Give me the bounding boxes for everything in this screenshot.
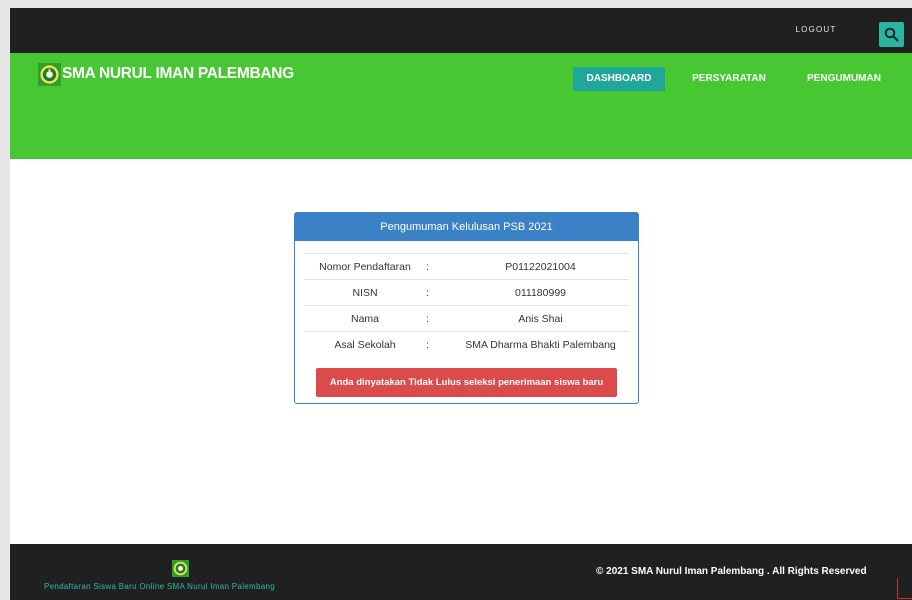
row-label: Nama	[304, 305, 426, 332]
nav-persyaratan[interactable]: PERSYARATAN	[679, 67, 779, 91]
panel-title: Pengumuman Kelulusan PSB 2021	[295, 213, 638, 241]
row-value: Anis Shai	[452, 305, 629, 332]
row-label: NISN	[304, 279, 426, 306]
table-row: Asal Sekolah : SMA Dharma Bhakti Palemba…	[304, 331, 629, 357]
copyright-text: © 2021 SMA Nurul Iman Palembang . All Ri…	[596, 566, 867, 577]
row-separator: :	[426, 305, 452, 332]
site-header: SMA NURUL IMAN PALEMBANG DASHBOARD PERSY…	[10, 53, 912, 159]
school-emblem-icon	[172, 560, 189, 577]
row-label: Nomor Pendaftaran	[304, 253, 426, 280]
row-separator: :	[426, 331, 452, 357]
window-frame-top	[0, 0, 912, 8]
row-value: P01122021004	[452, 253, 629, 280]
row-value: SMA Dharma Bhakti Palembang	[452, 331, 629, 357]
corner-decoration	[897, 578, 912, 599]
row-label: Asal Sekolah	[304, 331, 426, 357]
announcement-panel: Pengumuman Kelulusan PSB 2021 Nomor Pend…	[294, 212, 639, 404]
nav-pengumuman[interactable]: PENGUMUMAN	[794, 67, 894, 91]
table-row: Nama : Anis Shai	[304, 305, 629, 332]
window-frame-left	[0, 0, 10, 600]
nav-dashboard[interactable]: DASHBOARD	[573, 67, 665, 91]
table-row: NISN : 011180999	[304, 279, 629, 306]
top-bar: LOGOUT	[10, 8, 912, 53]
logout-link[interactable]: LOGOUT	[786, 25, 846, 34]
footer-tagline: Pendaftaran Siswa Baru Online SMA Nurul …	[44, 582, 275, 591]
table-row: Nomor Pendaftaran : P01122021004	[304, 253, 629, 280]
site-title[interactable]: SMA NURUL IMAN PALEMBANG	[62, 65, 294, 83]
site-footer: Pendaftaran Siswa Baru Online SMA Nurul …	[10, 544, 912, 600]
search-button[interactable]	[879, 22, 904, 47]
page: LOGOUT SMA NURUL IMAN PALEMBANG DASHBOAR…	[0, 0, 912, 600]
row-separator: :	[426, 279, 452, 306]
row-value: 011180999	[452, 279, 629, 306]
search-icon	[884, 27, 899, 42]
row-separator: :	[426, 253, 452, 280]
student-info-table: Nomor Pendaftaran : P01122021004 NISN : …	[304, 253, 629, 357]
school-emblem-icon[interactable]	[38, 63, 61, 86]
result-alert: Anda dinyatakan Tidak Lulus seleksi pene…	[316, 368, 617, 397]
